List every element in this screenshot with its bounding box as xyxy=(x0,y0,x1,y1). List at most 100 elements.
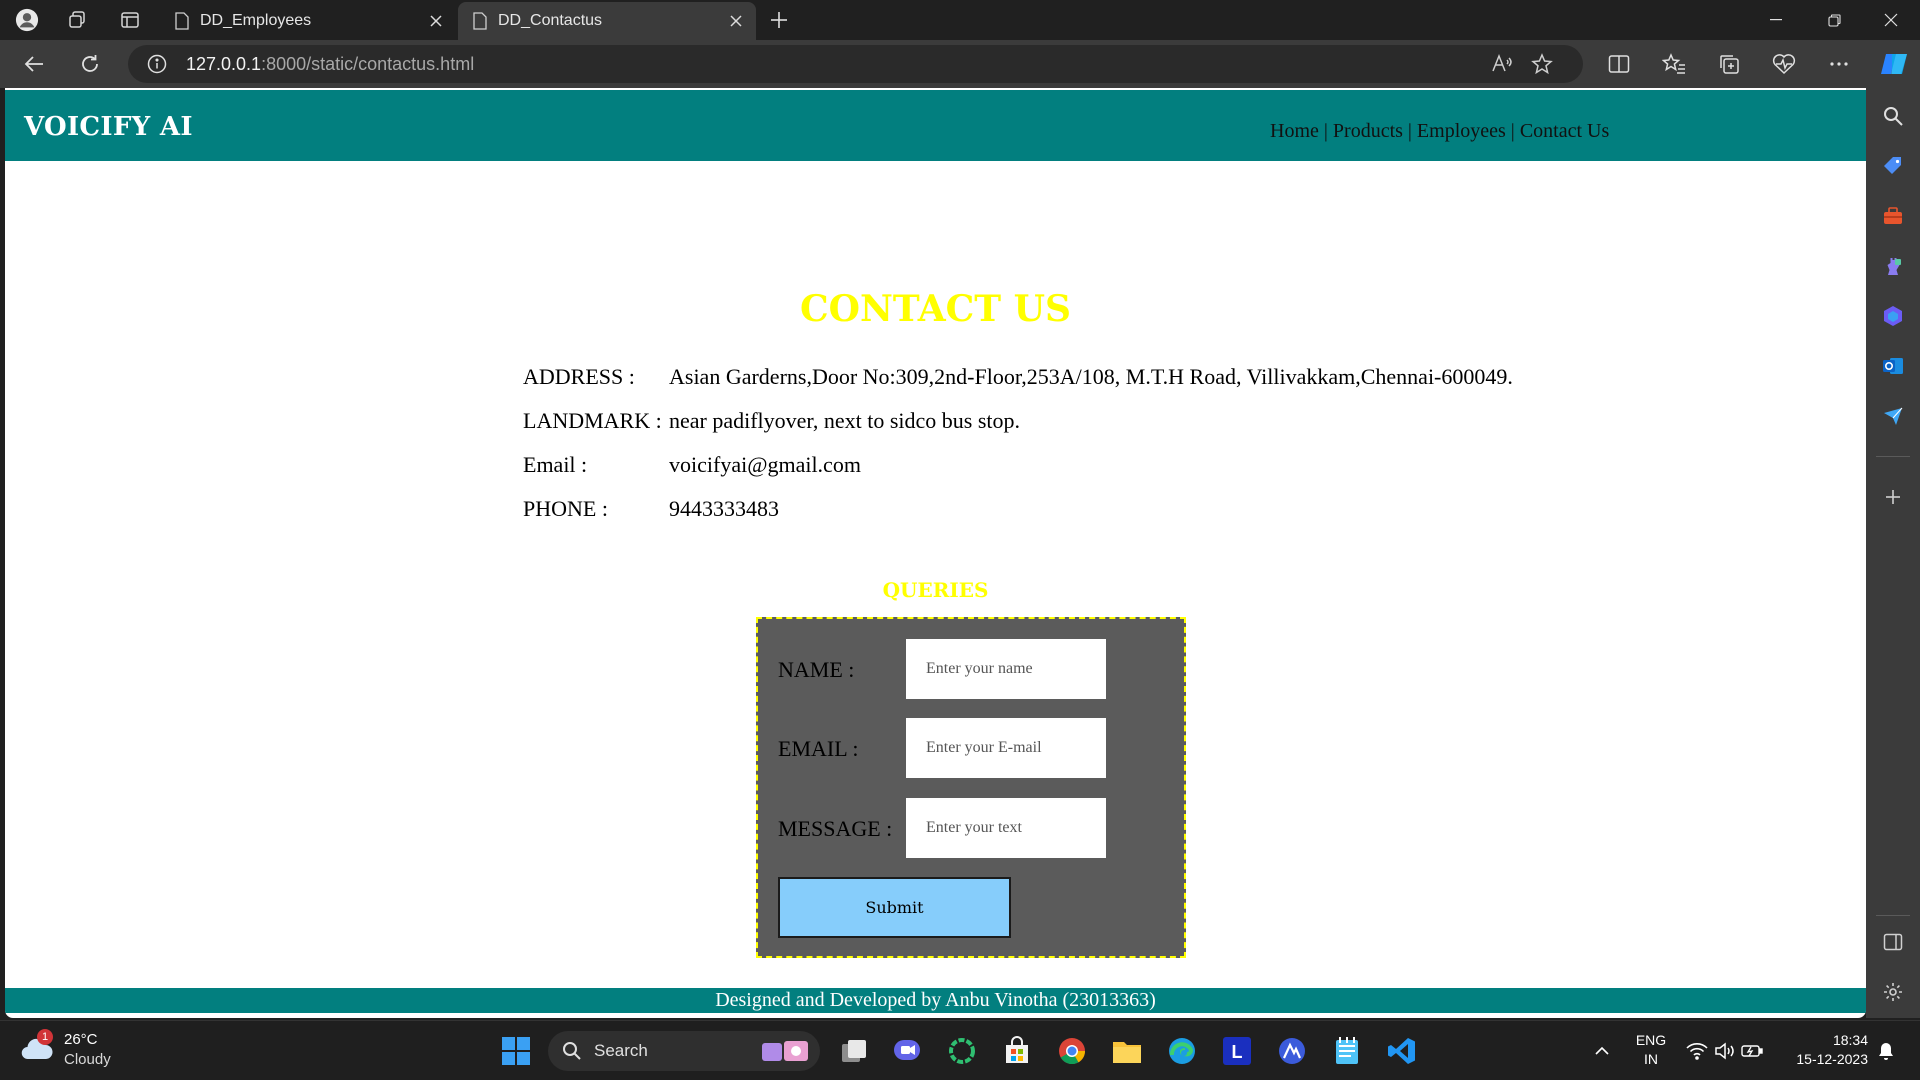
url-path: :8000/static/contactus.html xyxy=(261,54,475,74)
email-value: voicifyai@gmail.com xyxy=(669,452,861,477)
task-view-icon[interactable] xyxy=(836,1033,872,1069)
nav-separator: | xyxy=(1323,120,1328,142)
region-code: IN xyxy=(1644,1051,1658,1067)
contact-us-heading: CONTACT US xyxy=(799,288,1072,330)
back-arrow-icon[interactable] xyxy=(20,50,48,78)
tab-title: DD_Employees xyxy=(200,12,312,29)
close-tab-icon[interactable] xyxy=(422,7,450,35)
language-indicator[interactable]: ENG IN xyxy=(1634,1031,1668,1069)
l-app-icon[interactable]: L xyxy=(1219,1033,1255,1069)
collections-icon[interactable] xyxy=(1715,50,1743,78)
games-icon[interactable] xyxy=(1879,252,1907,280)
nav-link-contact[interactable]: Contact Us xyxy=(1520,120,1609,142)
microsoft-365-icon[interactable] xyxy=(1879,302,1907,330)
weather-alert-badge: 1 xyxy=(37,1029,53,1045)
page-icon xyxy=(473,12,487,30)
site-brand[interactable]: VOICIFY AI xyxy=(24,112,193,142)
minimize-icon[interactable] xyxy=(1747,0,1805,40)
weather-widget[interactable]: 1 26°C Cloudy xyxy=(20,1029,140,1073)
landmark-value: near padiflyover, next to sidco bus stop… xyxy=(669,408,1021,433)
site-info-icon[interactable] xyxy=(147,54,167,74)
phone-value: 9443333483 xyxy=(669,496,779,521)
windows-taskbar: 1 26°C Cloudy Search L ENG IN 18:34 15-1… xyxy=(0,1020,1920,1080)
chrome-icon[interactable] xyxy=(1054,1033,1090,1069)
nav-separator: | xyxy=(1407,120,1412,142)
microsoft-store-icon[interactable] xyxy=(999,1033,1035,1069)
refresh-icon[interactable] xyxy=(76,50,104,78)
browser-sidebar xyxy=(1866,88,1920,1018)
browser-essentials-icon[interactable] xyxy=(1770,50,1798,78)
shopping-tag-icon[interactable] xyxy=(1879,152,1907,180)
notification-bell-icon[interactable] xyxy=(1874,1039,1898,1063)
windows-start-icon[interactable] xyxy=(498,1033,534,1069)
search-icon[interactable] xyxy=(1879,102,1907,130)
sidebar-divider xyxy=(1876,456,1910,457)
taskbar-search[interactable]: Search xyxy=(548,1031,820,1071)
system-clock[interactable]: 18:34 15-12-2023 xyxy=(1780,1031,1868,1069)
volume-icon[interactable] xyxy=(1713,1039,1737,1063)
nav-separator: | xyxy=(1510,120,1515,142)
page-icon xyxy=(175,12,189,30)
tools-icon[interactable] xyxy=(1879,202,1907,230)
read-aloud-icon[interactable] xyxy=(1491,53,1513,75)
hide-sidebar-icon[interactable] xyxy=(1879,928,1907,956)
nav-link-home[interactable]: Home xyxy=(1270,120,1319,142)
tab-dd-contactus[interactable]: DD_Contactus xyxy=(458,2,756,40)
workspaces-icon[interactable] xyxy=(65,8,89,32)
search-label: Search xyxy=(594,1041,648,1060)
site-nav: Home | Products | Employees | Contact Us xyxy=(1270,120,1609,143)
add-icon[interactable] xyxy=(1879,483,1907,511)
outlook-icon[interactable] xyxy=(1879,352,1907,380)
clock-date: 15-12-2023 xyxy=(1796,1051,1868,1067)
address-bar[interactable]: 127.0.0.1:8000/static/contactus.html xyxy=(128,45,1583,83)
name-input[interactable] xyxy=(906,639,1106,699)
battery-charging-icon[interactable] xyxy=(1740,1039,1764,1063)
drop-send-icon[interactable] xyxy=(1879,402,1907,430)
nav-link-products[interactable]: Products xyxy=(1333,120,1403,142)
submit-button[interactable]: Submit xyxy=(778,877,1011,938)
clock-time: 18:34 xyxy=(1832,1032,1868,1048)
message-input[interactable] xyxy=(906,798,1106,858)
site-header: VOICIFY AI Home | Products | Employees | Conta… xyxy=(5,90,1866,161)
svg-text:L: L xyxy=(1232,1042,1243,1062)
search-icon xyxy=(563,1042,581,1060)
notepad-icon[interactable] xyxy=(1329,1033,1365,1069)
url-text[interactable]: 127.0.0.1:8000/static/contactus.html xyxy=(186,54,474,75)
email-input[interactable] xyxy=(906,718,1106,778)
vscode-icon[interactable] xyxy=(1384,1033,1420,1069)
tab-title: DD_Contactus xyxy=(498,12,603,29)
message-label: MESSAGE : xyxy=(778,816,893,841)
app-ring-icon[interactable] xyxy=(944,1033,980,1069)
edge-browser-icon[interactable] xyxy=(1164,1033,1200,1069)
weather-temperature: 26°C xyxy=(64,1031,98,1048)
restore-icon[interactable] xyxy=(1805,0,1863,40)
new-tab-icon[interactable] xyxy=(767,8,791,32)
name-label: NAME : xyxy=(778,657,855,682)
tab-dd-employees[interactable]: DD_Employees xyxy=(160,2,456,40)
browser-tab-strip: DD_Employees DD_Contactus xyxy=(0,0,1920,40)
browser-toolbar: 127.0.0.1:8000/static/contactus.html xyxy=(0,40,1920,88)
show-hidden-icons-chevron-up-icon[interactable] xyxy=(1590,1039,1614,1063)
close-tab-icon[interactable] xyxy=(722,7,750,35)
close-window-icon[interactable] xyxy=(1862,0,1920,40)
nav-link-employees[interactable]: Employees xyxy=(1417,120,1506,142)
query-form: NAME : EMAIL : MESSAGE : Submit xyxy=(756,617,1186,958)
queries-heading: QUERIES xyxy=(882,578,989,602)
search-highlight-icon xyxy=(762,1041,808,1061)
teams-chat-icon[interactable] xyxy=(889,1033,925,1069)
more-options-icon[interactable] xyxy=(1825,50,1853,78)
file-explorer-icon[interactable] xyxy=(1109,1033,1145,1069)
profile-avatar-icon[interactable] xyxy=(15,8,39,32)
vertical-tabs-icon[interactable] xyxy=(118,8,142,32)
favorite-star-icon[interactable] xyxy=(1531,53,1553,75)
address-label: ADDRESS : xyxy=(523,364,635,389)
phone-label: PHONE : xyxy=(523,496,608,521)
split-screen-icon[interactable] xyxy=(1605,50,1633,78)
favorites-icon[interactable] xyxy=(1660,50,1688,78)
a-app-icon[interactable] xyxy=(1274,1033,1310,1069)
email-label: Email : xyxy=(523,452,588,477)
settings-gear-icon[interactable] xyxy=(1879,978,1907,1006)
wifi-icon[interactable] xyxy=(1685,1039,1709,1063)
copilot-icon[interactable] xyxy=(1878,50,1910,78)
language-code: ENG xyxy=(1635,1032,1667,1048)
